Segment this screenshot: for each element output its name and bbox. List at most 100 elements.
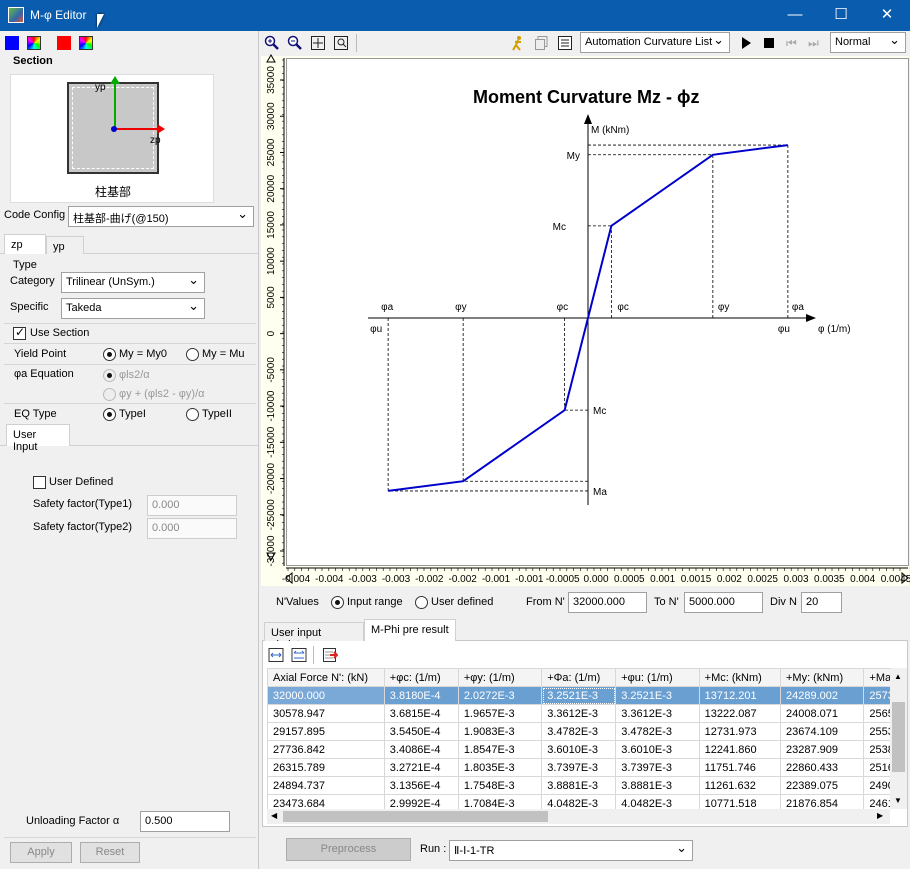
table-cell[interactable]: 1.8035E-3 <box>457 758 543 777</box>
column-header[interactable]: +φu: (1/m) <box>615 668 700 687</box>
column-header[interactable]: +φc: (1/m) <box>383 668 459 687</box>
x-tick-label: 0.0035 <box>814 574 845 585</box>
table-cell[interactable]: 22389.075 <box>779 776 865 795</box>
preprocess-button[interactable]: Preprocess <box>286 838 411 861</box>
unloading-factor-input[interactable]: 0.500 <box>140 811 230 832</box>
table-cell[interactable]: 11751.746 <box>698 758 781 777</box>
table-cell[interactable]: 24611.0 <box>863 794 890 809</box>
table-cell[interactable]: 24894.737 <box>267 776 385 795</box>
table-row[interactable]: 30578.947 3.6815E-4 1.9657E-3 3.3612E-3 3.36… <box>267 704 890 723</box>
table-row[interactable]: 26315.789 3.2721E-4 1.8035E-3 3.7397E-3 3.73… <box>267 758 890 777</box>
reset-button[interactable]: Reset <box>80 842 140 863</box>
table-cell[interactable]: 25732.2 <box>863 686 890 705</box>
export-icon[interactable] <box>322 647 339 663</box>
label-phic-neg: φc <box>557 302 568 313</box>
table-cell[interactable]: 3.4086E-4 <box>383 740 459 759</box>
column-header[interactable]: +Mc: (kNm) <box>698 668 781 687</box>
table-cell[interactable]: 32000.000 <box>267 686 385 705</box>
table-cell[interactable]: 1.9657E-3 <box>457 704 543 723</box>
table-cell[interactable]: 3.8180E-4 <box>383 686 459 705</box>
to-n-input[interactable]: 5000.000 <box>684 592 763 613</box>
table-cell[interactable]: 3.5450E-4 <box>383 722 459 741</box>
x-tick-label: 0.003 <box>783 574 808 585</box>
table-cell[interactable]: 29157.895 <box>267 722 385 741</box>
from-n-input[interactable]: 32000.000 <box>568 592 647 613</box>
table-cell[interactable]: 25384.6 <box>863 740 890 759</box>
table-cell[interactable]: 3.2521E-3 <box>615 686 700 705</box>
table-cell[interactable]: 3.4782E-3 <box>615 722 700 741</box>
column-header[interactable]: +My: (kNm) <box>779 668 865 687</box>
table-cell[interactable]: 26315.789 <box>267 758 385 777</box>
table-cell[interactable]: 1.7548E-3 <box>457 776 543 795</box>
nvalues-label: N'Values <box>276 596 319 608</box>
table-cell[interactable]: 2.9992E-4 <box>383 794 459 809</box>
table-cell[interactable]: 3.3612E-3 <box>615 704 700 723</box>
column-header[interactable]: Axial Force N': (kN) <box>267 668 385 687</box>
table-row[interactable]: 29157.895 3.5450E-4 1.9083E-3 3.4782E-3 3.47… <box>267 722 890 741</box>
table-cell[interactable]: 27736.842 <box>267 740 385 759</box>
table-cell[interactable]: 24289.002 <box>779 686 865 705</box>
x-tick-label: -0.004 <box>315 574 344 585</box>
table-cell[interactable]: 10771.518 <box>698 794 781 809</box>
run-select[interactable]: Ⅱ-Ⅰ-1-TR <box>449 840 693 861</box>
table-cell[interactable]: 13712.201 <box>698 686 781 705</box>
table-cell[interactable]: 11261.632 <box>698 776 781 795</box>
vertical-scrollbar[interactable]: ▲ ▼ <box>890 668 907 809</box>
table-cell[interactable]: 3.2721E-4 <box>383 758 459 777</box>
table-cell[interactable]: 3.7397E-3 <box>541 758 617 777</box>
table-cell[interactable]: 3.6010E-3 <box>541 740 617 759</box>
x-tick-label: 0.004 <box>850 574 875 585</box>
table-row[interactable]: 27736.842 3.4086E-4 1.8547E-3 3.6010E-3 3.60… <box>267 740 890 759</box>
fit-header-icon[interactable] <box>291 647 307 663</box>
horizontal-scrollbar[interactable]: ◀ ▶ <box>267 809 890 824</box>
table-cell[interactable]: 3.8881E-3 <box>615 776 700 795</box>
div-n-input[interactable]: 20 <box>801 592 842 613</box>
table-cell[interactable]: 2.0272E-3 <box>457 686 543 705</box>
table-cell[interactable]: 4.0482E-3 <box>615 794 700 809</box>
table-cell[interactable]: 1.8547E-3 <box>457 740 543 759</box>
column-header[interactable]: +φy: (1/m) <box>457 668 543 687</box>
table-cell[interactable]: 3.3612E-3 <box>541 704 617 723</box>
table-cell[interactable]: 21876.854 <box>779 794 865 809</box>
div-n-label: Div N <box>770 596 797 608</box>
table-cell[interactable]: 30578.947 <box>267 704 385 723</box>
table-cell[interactable]: 3.8881E-3 <box>541 776 617 795</box>
y-tick-label: 0 <box>266 330 277 336</box>
table-cell[interactable]: 12731.973 <box>698 722 781 741</box>
y-tick-label: -25000 <box>266 499 277 531</box>
apply-button[interactable]: Apply <box>10 842 72 863</box>
input-range-radio[interactable] <box>331 596 344 609</box>
table-row[interactable]: 23473.684 2.9992E-4 1.7084E-3 4.0482E-3 4.04… <box>267 794 890 809</box>
table-cell[interactable]: 3.7397E-3 <box>615 758 700 777</box>
table-cell[interactable]: 1.7084E-3 <box>457 794 543 809</box>
table-cell[interactable]: 4.0482E-3 <box>541 794 617 809</box>
table-cell[interactable]: 23287.909 <box>779 740 865 759</box>
table-row[interactable]: 24894.737 3.1356E-4 1.7548E-3 3.8881E-3 3.88… <box>267 776 890 795</box>
table-cell[interactable]: 3.1356E-4 <box>383 776 459 795</box>
table-cell[interactable]: 25531.0 <box>863 722 890 741</box>
table-cell[interactable]: 3.4782E-3 <box>541 722 617 741</box>
table-cell[interactable]: 13222.087 <box>698 704 781 723</box>
table-cell[interactable]: 24905.6 <box>863 776 890 795</box>
tab-mphi-pre-result[interactable]: M-Phi pre result <box>364 619 456 641</box>
table-cell[interactable]: 23473.684 <box>267 794 385 809</box>
fit-columns-icon[interactable] <box>268 647 284 663</box>
tab-user-input-skeleton[interactable]: User input skeleton <box>264 622 364 651</box>
table-cell[interactable]: 23674.109 <box>779 722 865 741</box>
table-cell[interactable]: 3.2521E-3 <box>541 686 617 705</box>
table-cell[interactable]: 25162.7 <box>863 758 890 777</box>
column-header[interactable]: +Ma: (kNm) <box>863 668 890 687</box>
results-table[interactable]: Axial Force N': (kN) +φc: (1/m) +φy: (1/m)… <box>267 668 890 809</box>
table-cell[interactable]: 24008.071 <box>779 704 865 723</box>
user-defined-radio[interactable] <box>415 596 428 609</box>
table-cell[interactable]: 12241.860 <box>698 740 781 759</box>
table-cell[interactable]: 3.6010E-3 <box>615 740 700 759</box>
table-row[interactable]: 32000.000 3.8180E-4 2.0272E-3 3.2521E-3 3.25… <box>267 686 890 705</box>
table-cell[interactable]: 25653.2 <box>863 704 890 723</box>
table-cell[interactable]: 22860.433 <box>779 758 865 777</box>
table-cell[interactable]: 3.6815E-4 <box>383 704 459 723</box>
column-header[interactable]: +Φa: (1/m) <box>541 668 617 687</box>
x-tick-label: -0.003 <box>348 574 377 585</box>
table-cell[interactable]: 1.9083E-3 <box>457 722 543 741</box>
x-tick-label: -0.004 <box>282 574 311 585</box>
